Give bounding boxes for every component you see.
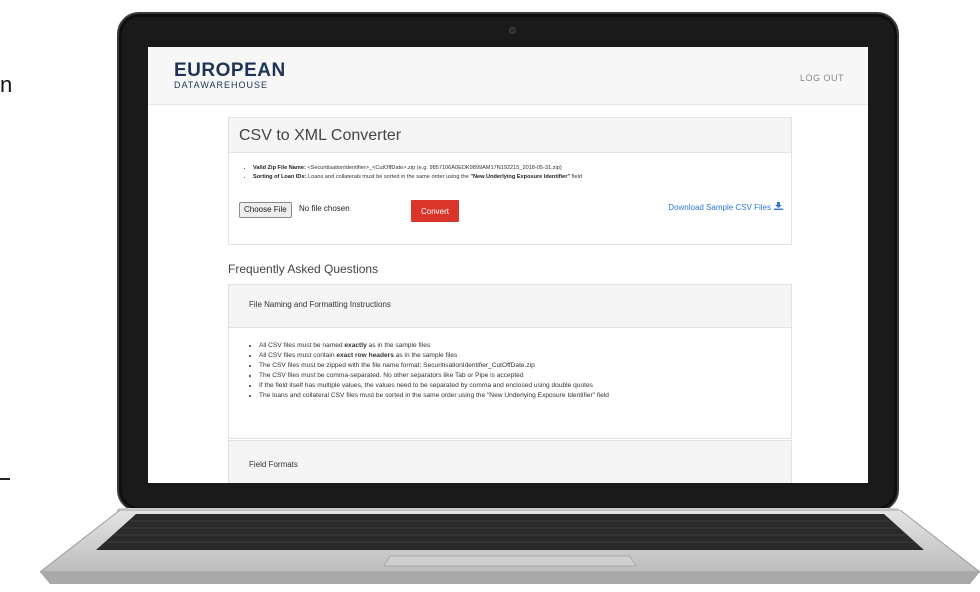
list-item: The CSV files must be comma-separated. N… <box>259 371 791 381</box>
converter-title: CSV to XML Converter <box>239 127 402 144</box>
page-fragment-dash <box>0 478 10 480</box>
logout-link[interactable]: LOG OUT <box>800 73 844 83</box>
converter-panel-header: CSV to XML Converter <box>229 118 791 153</box>
choose-file-button[interactable]: Choose File <box>239 202 292 218</box>
app-header: EUROPEAN DATAWAREHOUSE LOG OUT <box>148 47 868 105</box>
faq-section-naming: File Naming and Formatting Instructions … <box>228 284 792 439</box>
company-logo[interactable]: EUROPEAN DATAWAREHOUSE <box>174 61 286 90</box>
converter-rules: Valid Zip File Name: <SecuritisationIden… <box>253 164 791 182</box>
naming-instructions-list: All CSV files must be named exactly as i… <box>259 341 791 401</box>
logo-line1: EUROPEAN <box>174 60 286 81</box>
file-upload-row: Choose File No file chosen Convert Downl… <box>239 200 783 222</box>
rule-zip-name: Valid Zip File Name: <SecuritisationIden… <box>253 164 791 173</box>
download-sample-link[interactable]: Download Sample CSV Files <box>668 202 783 212</box>
list-item: If the field itself has multiple values,… <box>259 381 791 391</box>
browser-screen: EUROPEAN DATAWAREHOUSE LOG OUT CSV to XM… <box>148 47 868 483</box>
faq-section-field-formats-header[interactable]: Field Formats <box>229 441 791 483</box>
webcam-icon <box>509 27 516 34</box>
faq-section-naming-header[interactable]: File Naming and Formatting Instructions <box>229 285 791 328</box>
logo-line2: DATAWAREHOUSE <box>174 80 269 90</box>
laptop-keyboard-base <box>40 510 980 584</box>
list-item: The loans and collateral CSV files must … <box>259 391 791 401</box>
rule-sorting: Sorting of Loan IDs: Loans and collatera… <box>253 173 791 182</box>
convert-button[interactable]: Convert <box>411 200 459 222</box>
download-icon[interactable] <box>774 202 783 212</box>
list-item: All CSV files must be named exactly as i… <box>259 341 791 351</box>
list-item: The CSV files must be zipped with the fi… <box>259 361 791 371</box>
page-fragment-letter: n <box>0 72 13 97</box>
no-file-status: No file chosen <box>299 204 350 213</box>
list-item: All CSV files must contain exact row hea… <box>259 351 791 361</box>
faq-heading: Frequently Asked Questions <box>228 262 379 276</box>
faq-section-field-formats: Field Formats <box>228 440 792 483</box>
converter-panel: CSV to XML Converter Valid Zip File Name… <box>228 117 792 245</box>
